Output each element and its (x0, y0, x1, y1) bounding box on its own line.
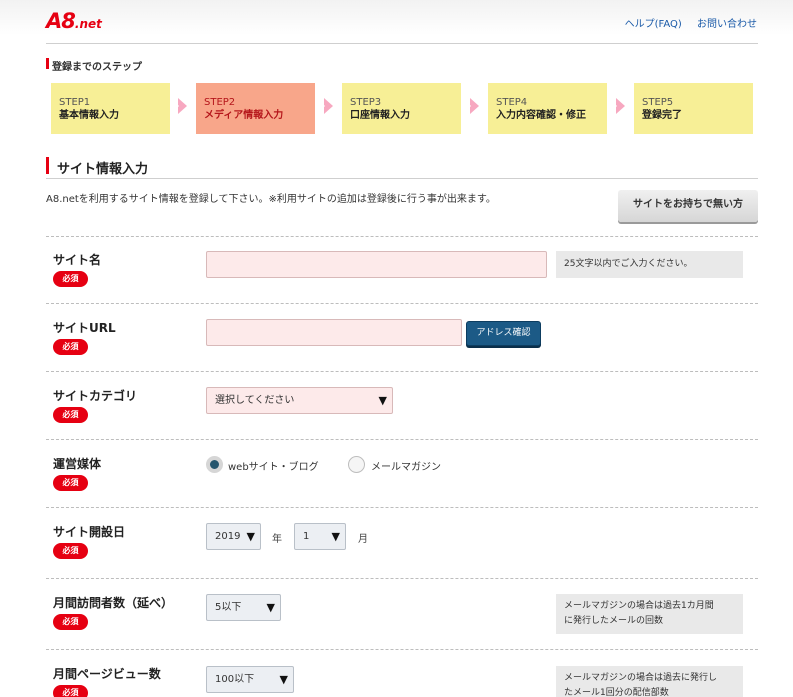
step-name: メディア情報入力 (204, 110, 284, 121)
step-4: STEP4 入力内容確認・修正 (488, 83, 607, 134)
month-unit: 月 (358, 534, 368, 545)
hint-line: に発行したメールの回数 (564, 616, 664, 626)
monthly-pageviews-label: 月間ページビュー数 (53, 667, 161, 681)
triangle-down-icon: ▼ (279, 673, 288, 686)
monthly-visitors-select[interactable]: 5以下 ▼ (206, 594, 281, 621)
step-name: 口座情報入力 (350, 110, 410, 121)
row-divider (46, 578, 758, 579)
site-name-label: サイト名 (53, 253, 102, 267)
media-radio-web[interactable] (206, 456, 223, 473)
step-1: STEP1 基本情報入力 (51, 83, 170, 134)
section-divider (46, 178, 758, 179)
no-site-button[interactable]: サイトをお持ちで無い方 (618, 190, 758, 222)
triangle-down-icon: ▼ (378, 394, 387, 407)
row-divider (46, 303, 758, 304)
site-url-input[interactable] (206, 319, 462, 346)
media-option-web[interactable]: webサイト・ブログ (228, 458, 319, 473)
header-divider (46, 43, 758, 44)
triangle-down-icon: ▼ (331, 530, 340, 543)
section-title-marker (46, 157, 49, 174)
step-name: 登録完了 (642, 110, 682, 121)
select-value: 100以下 (215, 674, 255, 685)
section-intro: A8.netを利用するサイト情報を登録して下さい。※利用サイトの追加は登録後に行… (46, 194, 496, 205)
step-arrow-icon (174, 98, 187, 114)
row-divider (46, 439, 758, 440)
media-label: 運営媒体 (53, 457, 102, 471)
site-name-input[interactable] (206, 251, 547, 278)
required-badge: 必須 (53, 339, 88, 355)
media-radio-mail[interactable] (348, 456, 365, 473)
monthly-visitors-hint: メールマガジンの場合は過去1カ月間 に発行したメールの回数 (556, 594, 743, 634)
required-badge: 必須 (53, 543, 88, 559)
triangle-down-icon: ▼ (266, 601, 275, 614)
address-check-button[interactable]: アドレス確認 (466, 321, 541, 346)
monthly-pageviews-hint: メールマガジンの場合は過去に発行し たメール1回分の配信部数 (556, 666, 743, 697)
year-unit: 年 (272, 534, 282, 545)
step-arrow-icon (466, 98, 479, 114)
step-3: STEP3 口座情報入力 (342, 83, 461, 134)
header-links: ヘルプ(FAQ) お問い合わせ (613, 15, 757, 30)
step-number: STEP2 (204, 97, 236, 108)
select-value: 5以下 (215, 602, 242, 613)
step-name: 基本情報入力 (59, 110, 119, 121)
hint-line: メールマガジンの場合は過去に発行し (564, 673, 718, 683)
row-divider (46, 507, 758, 508)
section-title: サイト情報入力 (57, 162, 149, 177)
hint-line: メールマガジンの場合は過去1カ月間 (564, 601, 714, 611)
a8net-logo[interactable]: A8.net (46, 9, 102, 33)
media-option-mail[interactable]: メールマガジン (371, 458, 441, 473)
select-value: 選択してください (215, 395, 295, 406)
step-number: STEP1 (59, 97, 91, 108)
step-number: STEP3 (350, 97, 382, 108)
required-badge: 必須 (53, 475, 88, 491)
required-badge: 必須 (53, 685, 88, 697)
hint-line: たメール1回分の配信部数 (564, 688, 669, 697)
site-category-label: サイトカテゴリ (53, 389, 138, 403)
required-badge: 必須 (53, 614, 88, 630)
row-divider (46, 371, 758, 372)
required-badge: 必須 (53, 271, 88, 287)
site-category-select[interactable]: 選択してください ▼ (206, 387, 393, 414)
step-arrow-icon (612, 98, 625, 114)
month-select[interactable]: 1 ▼ (294, 523, 346, 550)
triangle-down-icon: ▼ (246, 530, 255, 543)
step-name: 入力内容確認・修正 (496, 110, 586, 121)
steps-title-marker (46, 58, 49, 69)
monthly-pageviews-select[interactable]: 100以下 ▼ (206, 666, 294, 693)
site-name-hint: 25文字以内でご入力ください。 (556, 251, 743, 278)
step-number: STEP5 (642, 97, 674, 108)
row-divider (46, 649, 758, 650)
step-2: STEP2 メディア情報入力 (196, 83, 315, 134)
steps-title: 登録までのステップ (52, 62, 142, 73)
select-value: 1 (303, 531, 310, 542)
contact-link[interactable]: お問い合わせ (697, 19, 757, 30)
step-arrow-icon (320, 98, 333, 114)
row-divider (46, 236, 758, 237)
select-value: 2019 (215, 531, 241, 542)
year-select[interactable]: 2019 ▼ (206, 523, 261, 550)
step-5: STEP5 登録完了 (634, 83, 753, 134)
help-faq-link[interactable]: ヘルプ(FAQ) (625, 19, 682, 30)
required-badge: 必須 (53, 407, 88, 423)
step-number: STEP4 (496, 97, 528, 108)
monthly-visitors-label: 月間訪問者数（延べ） (53, 596, 174, 610)
site-url-label: サイトURL (53, 321, 116, 335)
open-date-label: サイト開設日 (53, 525, 126, 539)
